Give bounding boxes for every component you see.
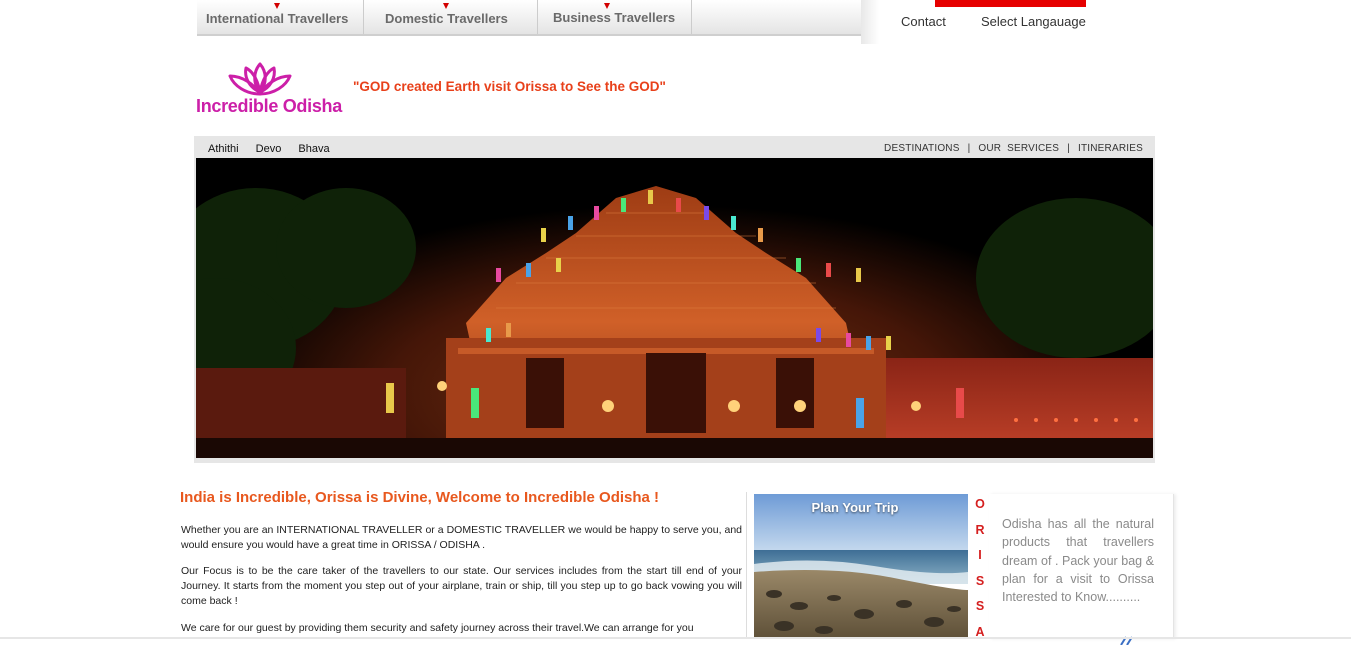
orissa-letter: S [975, 599, 985, 613]
contact-link[interactable]: Contact [901, 14, 946, 29]
welcome-paragraph: Our Focus is to be the care taker of the… [181, 565, 742, 607]
orissa-letter: R [975, 522, 985, 537]
welcome-paragraph: We care for our guest by providing them … [181, 622, 694, 634]
section-divider [746, 492, 747, 639]
nav-international-travellers[interactable]: International Travellers [197, 0, 364, 34]
nav-business-travellers[interactable]: Business Travellers [537, 0, 692, 34]
motto: Athithi Devo Bhava [208, 143, 344, 155]
logo-text[interactable]: Incredible Odisha [196, 96, 342, 117]
welcome-title: India is Incredible, Orissa is Divine, W… [180, 489, 660, 506]
lotus-icon [224, 58, 296, 98]
orissa-letter: S [975, 573, 985, 588]
orissa-letter: O [975, 497, 985, 511]
nav-destinations[interactable]: DESTINATIONS [884, 143, 960, 154]
nav-label: Domestic Travellers [385, 11, 508, 26]
motto-word: Devo [255, 143, 282, 155]
orissa-letter: A [975, 624, 985, 639]
motto-word: Bhava [298, 143, 330, 155]
language-selector[interactable]: Select Langauage [981, 14, 1086, 29]
tagline: "GOD created Earth visit Orissa to See t… [353, 79, 666, 94]
orissa-vertical-text: O R I S S A [972, 492, 988, 645]
nav-separator: | [967, 143, 971, 154]
top-nav: International Travellers Domestic Travel… [197, 0, 861, 36]
nav-domestic-travellers[interactable]: Domestic Travellers [363, 0, 538, 34]
orissa-letter: I [978, 548, 982, 562]
plan-trip-image[interactable] [754, 494, 968, 639]
accent-bar [935, 0, 1086, 7]
motto-word: Athithi [208, 143, 239, 155]
nav-label: International Travellers [206, 11, 349, 26]
nav-our-services[interactable]: OUR SERVICES [978, 143, 1059, 154]
nav-itineraries[interactable]: ITINERARIES [1078, 143, 1143, 154]
side-info-text: Odisha has all the natural products that… [1002, 517, 1154, 605]
secondary-nav: DESTINATIONS | OUR SERVICES | ITINERARIES [884, 143, 1143, 154]
nav-separator: | [1067, 143, 1070, 154]
banner-image [196, 158, 1153, 458]
nav-divider-shadow [861, 0, 879, 44]
welcome-paragraph: Whether you are an INTERNATIONAL TRAVELL… [181, 524, 742, 551]
nav-label: Business Travellers [553, 10, 676, 25]
plan-trip-title[interactable]: Plan Your Trip [754, 500, 956, 515]
